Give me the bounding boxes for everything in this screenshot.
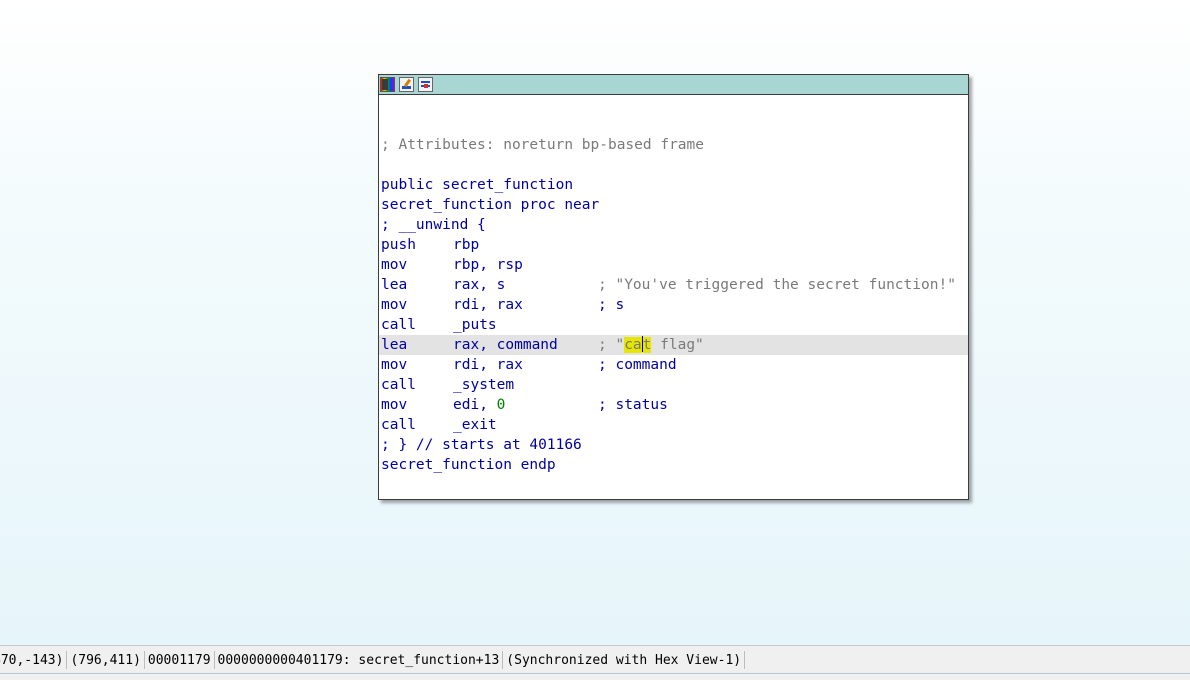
code-line[interactable]: lea rax, s ; "You've triggered the secret … <box>379 275 968 295</box>
status-item: (796,411) <box>70 652 141 668</box>
status-item: 0000000000401179: secret_function+13 <box>217 652 500 668</box>
operands: _puts <box>453 317 497 333</box>
status-separator <box>744 651 746 669</box>
code-line[interactable]: mov edi, 0 ; status <box>379 395 968 415</box>
operands: rbp, rsp <box>453 257 523 273</box>
code-line[interactable]: push rbp <box>379 235 968 255</box>
code-line[interactable]: mov rbp, rsp <box>379 255 968 275</box>
operands: rdi, rax <box>453 357 523 373</box>
graph-view[interactable]: ; Attributes: noreturn bp-based frame pub… <box>0 0 1190 645</box>
code-text: ; } // starts at 401166 <box>381 437 582 453</box>
mnemonic: mov <box>381 297 408 313</box>
code-line[interactable]: public secret_function <box>379 175 968 195</box>
rename-icon[interactable] <box>399 77 414 92</box>
mnemonic: mov <box>381 397 408 413</box>
status-item: (Synchronized with Hex View-1) <box>506 652 742 668</box>
code-text: public secret_function <box>381 177 574 193</box>
code-text: ; Attributes: noreturn bp-based frame <box>381 137 705 153</box>
status-item: 00001179 <box>147 652 211 668</box>
code-line[interactable]: ; __unwind { <box>379 215 968 235</box>
current-line[interactable]: lea rax, command ; "cat flag" <box>379 335 968 355</box>
operands: rbp <box>453 237 480 253</box>
comment: ; "You've triggered the secret function!… <box>598 277 956 293</box>
mnemonic: mov <box>381 257 408 273</box>
comment-suffix: flag" <box>651 337 704 353</box>
comment: ; "cat flag" <box>598 335 704 355</box>
code-line[interactable]: secret_function endp <box>379 455 968 475</box>
code-text: secret_function proc near <box>381 197 600 213</box>
mnemonic: push <box>381 237 416 253</box>
mnemonic: call <box>381 377 416 393</box>
code-line[interactable] <box>379 95 968 115</box>
code-line[interactable]: mov rdi, rax ; s <box>379 295 968 315</box>
status-bar: 470,-143) (796,411) 00001179 00000000004011… <box>0 645 1190 674</box>
code-line[interactable]: call _system <box>379 375 968 395</box>
operands: rdi, rax <box>453 297 523 313</box>
code-line[interactable]: secret_function proc near <box>379 195 968 215</box>
code-text: secret_function endp <box>381 457 556 473</box>
mnemonic: lea <box>381 277 408 293</box>
comment: ; status <box>598 397 668 413</box>
node-titlebar[interactable] <box>379 75 968 95</box>
operands: rax, s <box>453 277 506 293</box>
code-line[interactable]: ; Attributes: noreturn bp-based frame <box>379 135 968 155</box>
status-item: 470,-143) <box>0 652 64 668</box>
code-text: ; __unwind { <box>381 217 486 233</box>
mnemonic: call <box>381 317 416 333</box>
search-highlight: ca <box>624 337 642 353</box>
mnemonic: lea <box>381 337 408 353</box>
operands: edi, 0 <box>453 395 505 415</box>
mnemonic: call <box>381 417 416 433</box>
code-line[interactable]: call _puts <box>379 315 968 335</box>
code-line[interactable]: ; } // starts at 401166 <box>379 435 968 455</box>
color-palette-icon[interactable] <box>380 77 395 92</box>
comment: ; command <box>598 357 677 373</box>
code-line[interactable]: mov rdi, rax ; command <box>379 355 968 375</box>
code-line[interactable] <box>379 155 968 175</box>
operand-number: 0 <box>496 397 506 413</box>
code-line[interactable] <box>379 115 968 135</box>
mnemonic: mov <box>381 357 408 373</box>
comment: ; s <box>598 297 625 313</box>
operand-register: edi, <box>453 397 497 413</box>
operands: rax, command <box>453 337 558 353</box>
graph-node-secret-function[interactable]: ; Attributes: noreturn bp-based frame pub… <box>378 74 969 500</box>
graph-overview-icon[interactable] <box>418 77 433 92</box>
code-line[interactable]: call _exit <box>379 415 968 435</box>
operands: _exit <box>453 417 497 433</box>
operands: _system <box>453 377 515 393</box>
comment-prefix: ; " <box>598 337 625 353</box>
